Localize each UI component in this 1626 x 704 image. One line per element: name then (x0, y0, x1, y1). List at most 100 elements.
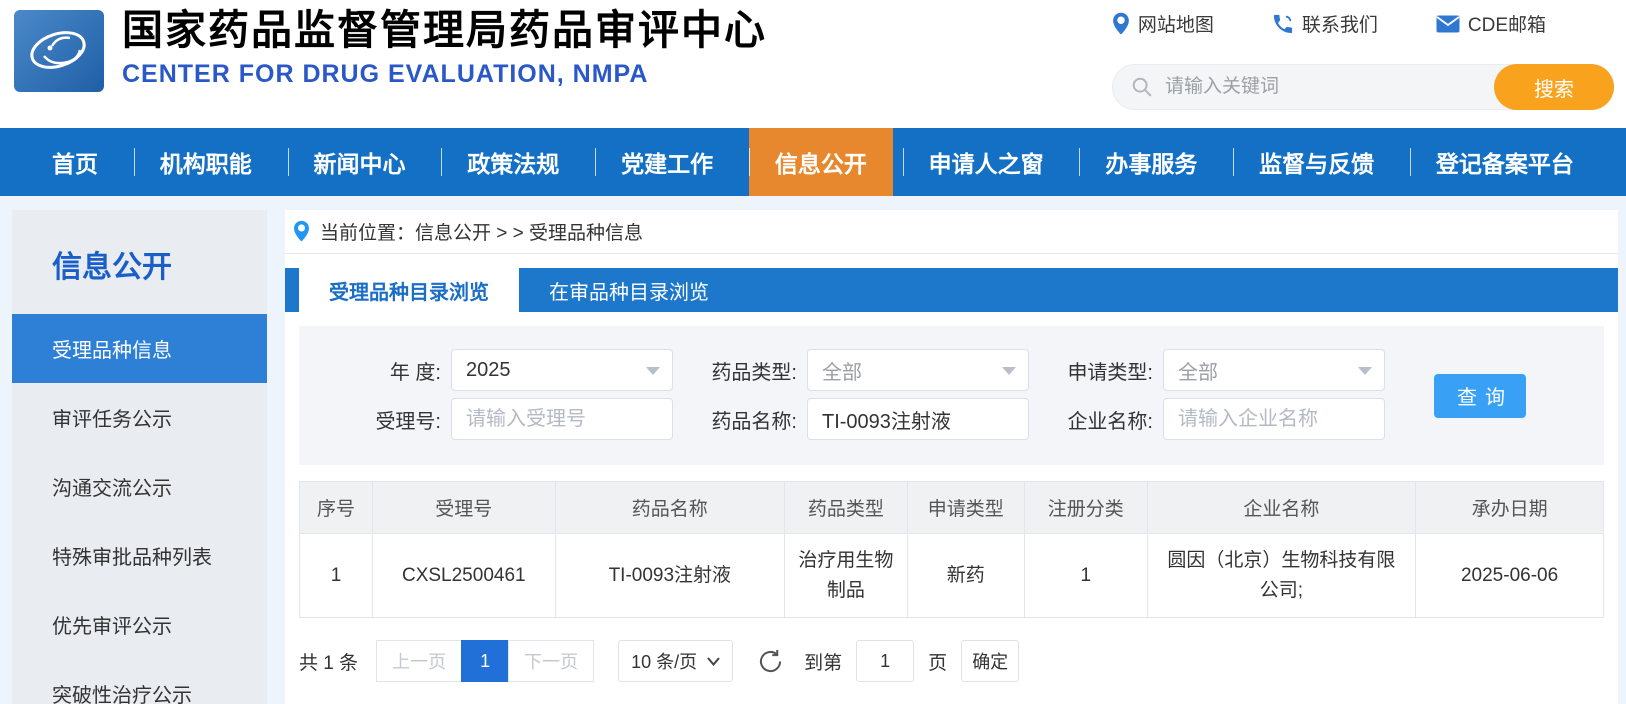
next-page-button[interactable]: 下一页 (508, 640, 595, 682)
tab-under-review-catalog[interactable]: 在审品种目录浏览 (519, 268, 739, 312)
nav-item-applicant-window[interactable]: 申请人之窗 (902, 128, 1070, 196)
col-company: 企业名称 (1146, 481, 1417, 534)
filter-panel: 年 度: 2025 药品类型: 全部 申请类型: 全部 受理号: 请输入受理号 … (299, 326, 1604, 465)
apply-type-select-value: 全部 (1178, 361, 1218, 384)
page-size-select[interactable]: 10 条/页 (618, 640, 734, 682)
search-input[interactable] (1153, 76, 1494, 98)
drug-type-select-value: 全部 (822, 361, 862, 384)
envelope-icon (1436, 15, 1460, 32)
goto-page-group: 到第 页 确定 (804, 640, 1020, 682)
contact-link-label: 联系我们 (1301, 15, 1378, 36)
swan-logo-icon (30, 31, 86, 69)
sidebar-title: 信息公开 (52, 251, 172, 284)
company-input[interactable] (1163, 398, 1385, 440)
catalog-tabs: 受理品种目录浏览 在审品种目录浏览 (285, 268, 1618, 312)
col-date: 承办日期 (1415, 481, 1604, 534)
cell-company: 圆因（北京）生物科技有限公司; (1146, 533, 1417, 618)
apply-type-select[interactable]: 全部 (1163, 349, 1385, 391)
nav-item-policies[interactable]: 政策法规 (441, 128, 585, 196)
current-page-button[interactable]: 1 (461, 640, 510, 682)
col-reg-class: 注册分类 (1023, 481, 1148, 534)
goto-label: 到第 (804, 652, 843, 674)
nav-item-home[interactable]: 首页 (26, 128, 124, 196)
drug-name-input[interactable] (807, 398, 1029, 440)
acceptance-no-label: 受理号: (375, 410, 441, 433)
cell-acceptance-no: CXSL2500461 (372, 533, 556, 618)
chevron-down-icon (1358, 367, 1372, 375)
prev-page-button[interactable]: 上一页 (376, 640, 463, 682)
cell-reg-class: 1 (1023, 533, 1148, 618)
acceptance-no-input[interactable] (451, 398, 673, 440)
cde-logo (14, 10, 104, 92)
filter-row-1: 年 度: 2025 药品类型: 全部 申请类型: 全部 (345, 349, 1604, 391)
chevron-down-icon (646, 367, 660, 375)
drug-type-label: 药品类型: (711, 361, 797, 384)
sidebar-item-special-approval[interactable]: 特殊审批品种列表 (12, 521, 267, 590)
chevron-down-icon (1002, 367, 1016, 375)
table-row: 1 CXSL2500461 TI-0093注射液 治疗用生物制品 新药 1 圆因… (298, 533, 1604, 618)
site-title-block: 国家药品监督管理局药品审评中心 CENTER FOR DRUG EVALUATI… (122, 2, 767, 89)
main-area: 信息公开 受理品种信息 审评任务公示 沟通交流公示 特殊审批品种列表 优先审评公… (0, 196, 1626, 704)
cell-drug-type: 治疗用生物制品 (784, 533, 908, 618)
refresh-button[interactable] (757, 648, 784, 675)
location-pin-icon (294, 220, 309, 242)
breadcrumb-text: 当前位置：信息公开 > > 受理品种信息 (320, 223, 644, 245)
nav-item-info-disclosure[interactable]: 信息公开 (748, 128, 893, 196)
sidebar-item-communication[interactable]: 沟通交流公示 (12, 452, 267, 521)
site-title-en: CENTER FOR DRUG EVALUATION, NMPA (122, 60, 649, 88)
cell-apply-type: 新药 (906, 533, 1025, 618)
company-label: 企业名称: (1067, 410, 1153, 433)
sidebar-item-priority-review[interactable]: 优先审评公示 (12, 590, 267, 659)
query-button[interactable]: 查询 (1434, 373, 1526, 418)
breadcrumb: 当前位置：信息公开 > > 受理品种信息 (285, 210, 1618, 255)
nav-item-registration-platform[interactable]: 登记备案平台 (1409, 128, 1600, 196)
drug-name-label: 药品名称: (711, 410, 797, 433)
col-drug-type: 药品类型 (784, 481, 908, 534)
nav-item-party[interactable]: 党建工作 (595, 128, 739, 196)
mail-link-label: CDE邮箱 (1467, 15, 1546, 36)
contact-link[interactable]: 联系我们 (1272, 10, 1378, 37)
sitemap-link-label: 网站地图 (1137, 15, 1214, 36)
filter-row-2: 受理号: 药品名称: 企业名称: (345, 398, 1604, 440)
cell-date: 2025-06-06 (1415, 533, 1604, 618)
page-size-value: 10 条/页 (631, 652, 698, 672)
nav-item-services[interactable]: 办事服务 (1079, 128, 1223, 196)
header-quick-links: 网站地图 联系我们 CDE邮箱 (1112, 10, 1546, 37)
year-select[interactable]: 2025 (451, 349, 673, 391)
map-pin-icon (1112, 12, 1129, 34)
search-button[interactable]: 搜索 (1494, 64, 1614, 110)
table-header-row: 序号 受理号 药品名称 药品类型 申请类型 注册分类 企业名称 承办日期 (298, 481, 1604, 534)
tab-accepted-catalog[interactable]: 受理品种目录浏览 (299, 268, 519, 312)
nav-item-supervision[interactable]: 监督与反馈 (1233, 128, 1400, 196)
chevron-down-icon (707, 656, 720, 666)
pagination: 共 1 条 上一页 1 下一页 10 条/页 到第 页 确定 (299, 640, 1604, 682)
year-label: 年 度: (389, 361, 441, 384)
col-seq: 序号 (298, 481, 374, 534)
confirm-button[interactable]: 确定 (961, 640, 1020, 682)
site-title-cn: 国家药品监督管理局药品审评中心 (122, 7, 767, 53)
sitemap-link[interactable]: 网站地图 (1112, 10, 1214, 37)
drug-type-select[interactable]: 全部 (807, 349, 1029, 391)
sidebar-item-breakthrough-therapy[interactable]: 突破性治疗公示 (12, 659, 267, 704)
sidebar-item-accepted-varieties[interactable]: 受理品种信息 (12, 314, 267, 383)
nav-item-functions[interactable]: 机构职能 (133, 128, 278, 196)
sidebar-item-review-tasks[interactable]: 审评任务公示 (12, 383, 267, 452)
site-search-bar: 搜索 (1112, 64, 1614, 110)
phone-icon (1273, 14, 1292, 33)
main-nav: 首页 机构职能 新闻中心 政策法规 党建工作 信息公开 申请人之窗 办事服务 监… (0, 128, 1626, 196)
nav-item-news[interactable]: 新闻中心 (287, 128, 432, 196)
pagination-total: 共 1 条 (299, 652, 359, 674)
search-icon (1132, 77, 1152, 97)
col-apply-type: 申请类型 (906, 481, 1025, 534)
page-unit-label: 页 (928, 652, 948, 674)
site-header: 国家药品监督管理局药品审评中心 CENTER FOR DRUG EVALUATI… (0, 0, 1626, 128)
apply-type-label: 申请类型: (1067, 361, 1153, 384)
refresh-icon (760, 649, 782, 672)
mail-link[interactable]: CDE邮箱 (1436, 10, 1546, 37)
content-panel: 当前位置：信息公开 > > 受理品种信息 受理品种目录浏览 在审品种目录浏览 年… (285, 210, 1618, 704)
results-table: 序号 受理号 药品名称 药品类型 申请类型 注册分类 企业名称 承办日期 1 C… (298, 481, 1604, 618)
goto-page-input[interactable] (856, 640, 915, 682)
cell-drug-name: TI-0093注射液 (554, 533, 786, 618)
year-select-value: 2025 (466, 358, 511, 381)
col-acceptance-no: 受理号 (372, 481, 556, 534)
